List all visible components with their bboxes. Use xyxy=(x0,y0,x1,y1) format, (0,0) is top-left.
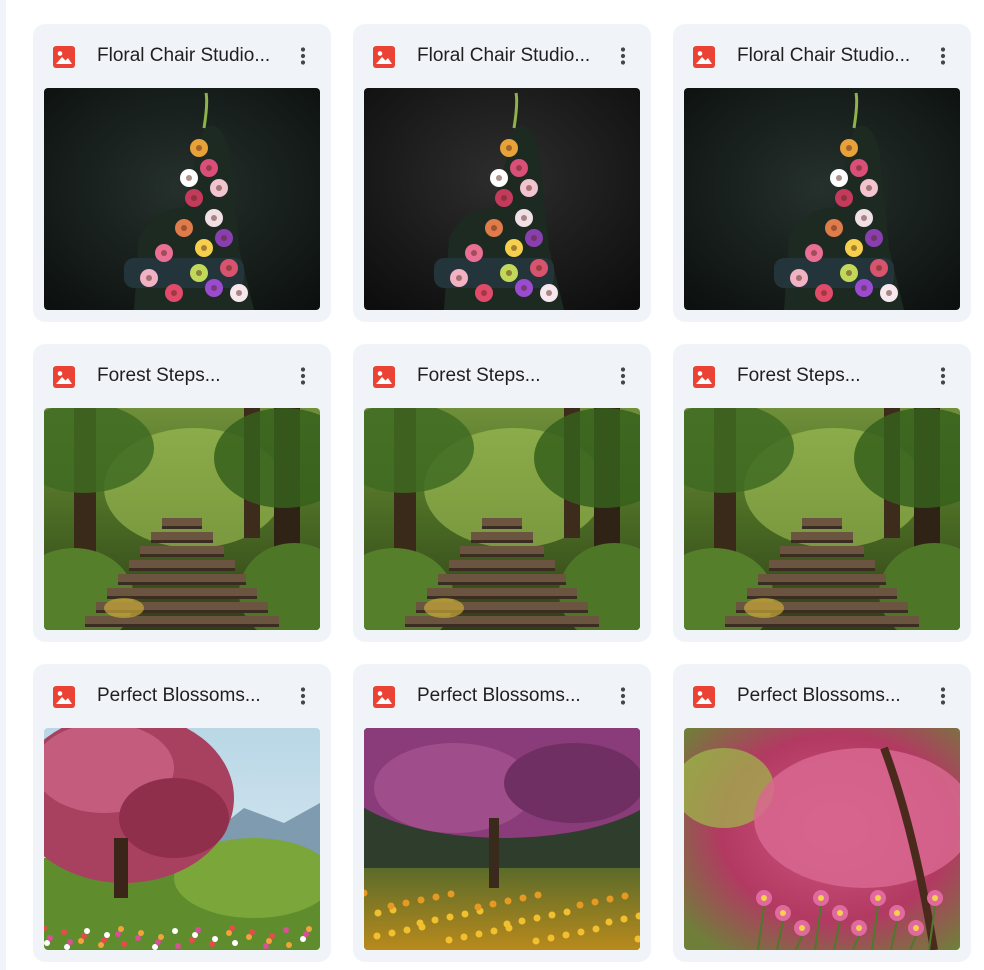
file-name: Forest Steps... xyxy=(737,365,861,386)
file-thumbnail[interactable] xyxy=(44,728,320,950)
file-thumbnail[interactable] xyxy=(684,728,960,950)
file-name: Floral Chair Studio... xyxy=(417,45,591,66)
more-vert-icon xyxy=(620,47,626,65)
image-file-icon xyxy=(53,686,75,708)
more-actions-button[interactable] xyxy=(607,40,639,72)
file-card[interactable]: Perfect Blossoms... xyxy=(673,664,971,962)
more-actions-button[interactable] xyxy=(927,680,959,712)
file-card-header: Perfect Blossoms... xyxy=(33,664,331,728)
file-thumbnail[interactable] xyxy=(364,408,640,630)
more-actions-button[interactable] xyxy=(927,360,959,392)
file-card[interactable]: Floral Chair Studio... xyxy=(673,24,971,322)
more-vert-icon xyxy=(940,687,946,705)
file-name: Forest Steps... xyxy=(97,365,221,386)
more-actions-button[interactable] xyxy=(287,40,319,72)
more-vert-icon xyxy=(620,367,626,385)
more-actions-button[interactable] xyxy=(287,360,319,392)
file-thumbnail[interactable] xyxy=(364,728,640,950)
file-card[interactable]: Forest Steps... xyxy=(33,344,331,642)
file-card-header: Perfect Blossoms... xyxy=(673,664,971,728)
file-card-header: Forest Steps... xyxy=(353,344,651,408)
image-file-icon xyxy=(53,46,75,68)
file-card-header: Floral Chair Studio... xyxy=(353,24,651,88)
image-file-icon xyxy=(373,366,395,388)
image-file-icon xyxy=(693,366,715,388)
file-thumbnail[interactable] xyxy=(684,88,960,310)
file-card[interactable]: Forest Steps... xyxy=(673,344,971,642)
more-vert-icon xyxy=(940,367,946,385)
more-vert-icon xyxy=(300,687,306,705)
file-name: Forest Steps... xyxy=(417,365,541,386)
file-thumbnail[interactable] xyxy=(364,88,640,310)
file-card[interactable]: Perfect Blossoms... xyxy=(33,664,331,962)
file-name: Perfect Blossoms... xyxy=(97,685,261,706)
file-name: Perfect Blossoms... xyxy=(417,685,581,706)
file-card-header: Forest Steps... xyxy=(673,344,971,408)
file-card[interactable]: Floral Chair Studio... xyxy=(33,24,331,322)
image-file-icon xyxy=(693,686,715,708)
more-vert-icon xyxy=(300,47,306,65)
file-name: Perfect Blossoms... xyxy=(737,685,901,706)
file-thumbnail[interactable] xyxy=(44,408,320,630)
more-actions-button[interactable] xyxy=(607,360,639,392)
image-file-icon xyxy=(53,366,75,388)
file-card[interactable]: Perfect Blossoms... xyxy=(353,664,651,962)
file-grid: Floral Chair Studio... Floral Chair Stud… xyxy=(0,0,984,970)
more-actions-button[interactable] xyxy=(287,680,319,712)
file-card-header: Floral Chair Studio... xyxy=(33,24,331,88)
more-vert-icon xyxy=(940,47,946,65)
image-file-icon xyxy=(373,686,395,708)
file-thumbnail[interactable] xyxy=(684,408,960,630)
more-actions-button[interactable] xyxy=(607,680,639,712)
file-card-header: Perfect Blossoms... xyxy=(353,664,651,728)
more-actions-button[interactable] xyxy=(927,40,959,72)
file-name: Floral Chair Studio... xyxy=(737,45,911,66)
file-card-header: Forest Steps... xyxy=(33,344,331,408)
more-vert-icon xyxy=(300,367,306,385)
file-name: Floral Chair Studio... xyxy=(97,45,271,66)
image-file-icon xyxy=(693,46,715,68)
file-card-header: Floral Chair Studio... xyxy=(673,24,971,88)
more-vert-icon xyxy=(620,687,626,705)
image-file-icon xyxy=(373,46,395,68)
file-thumbnail[interactable] xyxy=(44,88,320,310)
file-card[interactable]: Floral Chair Studio... xyxy=(353,24,651,322)
file-card[interactable]: Forest Steps... xyxy=(353,344,651,642)
